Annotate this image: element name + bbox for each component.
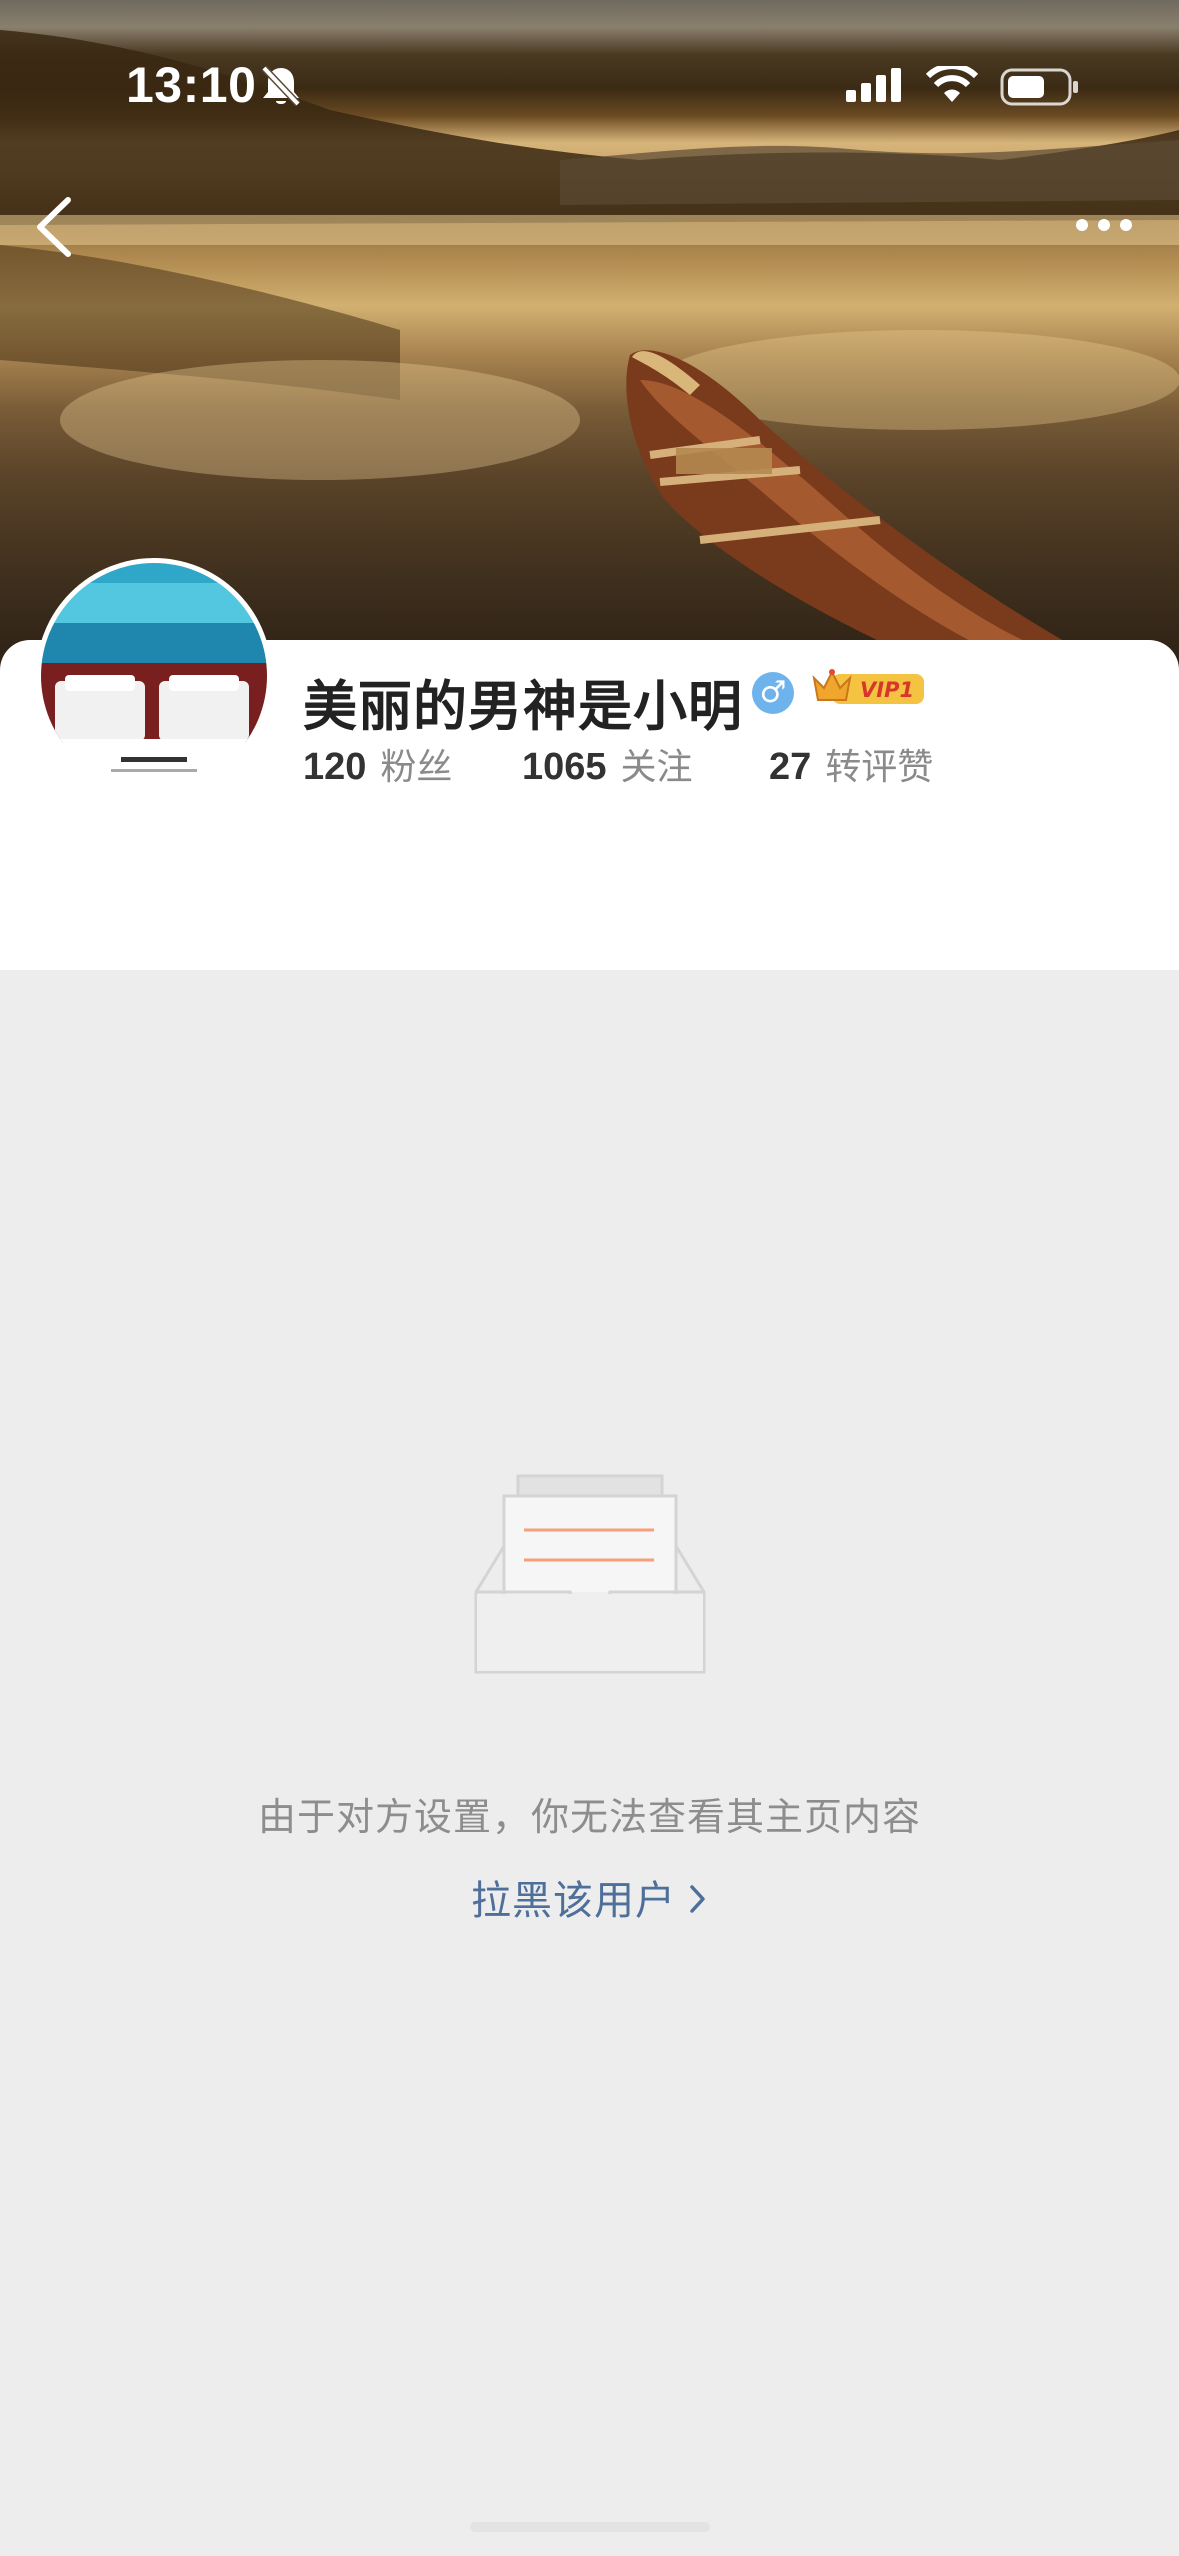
- stat-value: 120: [303, 746, 367, 788]
- empty-state-message: 由于对方设置，你无法查看其主页内容: [257, 1795, 921, 1839]
- avatar[interactable]: [36, 558, 272, 794]
- reposts-stat[interactable]: 27 转评赞: [769, 738, 933, 790]
- home-indicator[interactable]: [470, 2522, 710, 2532]
- block-user-label: 拉黑该用户: [471, 1878, 676, 1924]
- stat-value: 1065: [522, 746, 607, 788]
- more-button[interactable]: [1066, 200, 1146, 250]
- username: 美丽的男神是小明: [303, 675, 743, 738]
- following-stat[interactable]: 1065 关注: [522, 738, 693, 790]
- stat-label: 粉丝: [380, 747, 453, 788]
- chevron-left-icon: [37, 197, 71, 257]
- more-dots-icon: [1076, 219, 1132, 231]
- stat-value: 27: [769, 746, 812, 788]
- vip-label: VIP1: [860, 678, 914, 702]
- back-button[interactable]: [28, 190, 88, 264]
- cellular-signal-icon: [846, 68, 906, 106]
- battery-icon: [1000, 68, 1080, 110]
- wifi-icon: [925, 63, 979, 108]
- empty-inbox-icon: [474, 1472, 706, 1680]
- stat-label: 转评赞: [825, 747, 934, 788]
- bell-muted-icon: [258, 64, 304, 112]
- status-time: 13:10: [126, 57, 257, 113]
- block-user-link[interactable]: 拉黑该用户: [0, 1868, 1179, 1926]
- male-gender-icon: ♂: [752, 672, 794, 714]
- vip-badge[interactable]: VIP1: [810, 666, 926, 716]
- stat-label: 关注: [620, 747, 693, 788]
- chevron-right-icon: [688, 1880, 708, 1926]
- followers-stat[interactable]: 120 粉丝: [303, 738, 452, 790]
